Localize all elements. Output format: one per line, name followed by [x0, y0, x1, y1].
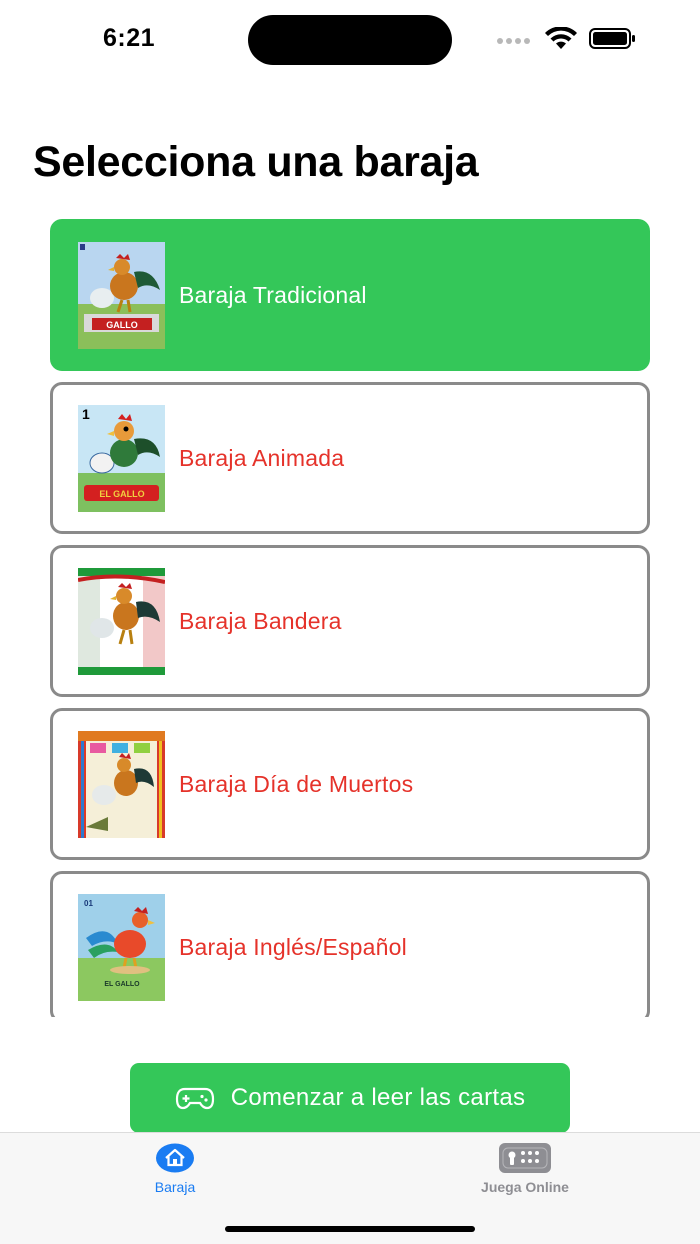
- deck-label: Baraja Bandera: [179, 607, 342, 634]
- gamepad-icon: [175, 1086, 215, 1110]
- deck-label: Baraja Día de Muertos: [179, 770, 414, 797]
- rooster-card-flag-icon: [78, 567, 165, 675]
- deck-list[interactable]: GALLO Baraja Tradicional 1 EL GALLO Bara: [50, 219, 650, 1017]
- svg-text:GALLO: GALLO: [106, 320, 138, 330]
- deck-label: Baraja Inglés/Español: [179, 933, 407, 960]
- battery-icon: [589, 28, 635, 49]
- deck-option-ingles-espanol[interactable]: 01 EL GALLO Baraja Inglés/Español: [50, 871, 650, 1017]
- deck-option-dia-de-muertos[interactable]: Baraja Día de Muertos: [50, 708, 650, 860]
- home-indicator[interactable]: [225, 1226, 475, 1232]
- start-reading-label: Comenzar a leer las cartas: [230, 1084, 526, 1111]
- deck-label: Baraja Animada: [179, 444, 345, 471]
- start-reading-button[interactable]: Comenzar a leer las cartas: [130, 1063, 570, 1133]
- tab-baraja-label: Baraja: [154, 1179, 196, 1195]
- svg-text:EL GALLO: EL GALLO: [104, 981, 140, 988]
- deck-option-bandera[interactable]: Baraja Bandera: [50, 545, 650, 697]
- page-title: Selecciona una baraja: [33, 138, 479, 186]
- deck-label: Baraja Tradicional: [179, 281, 367, 308]
- rooster-card-english-spanish-icon: 01 EL GALLO: [78, 893, 165, 1001]
- status-bar: 6:21: [0, 0, 700, 80]
- cellular-signal-icon: [497, 38, 530, 44]
- tab-baraja[interactable]: Baraja: [95, 1143, 255, 1195]
- tab-juega-online[interactable]: Juega Online: [445, 1143, 605, 1195]
- rooster-card-day-of-dead-icon: [78, 730, 165, 838]
- dynamic-island: [248, 15, 452, 65]
- svg-text:EL GALLO: EL GALLO: [99, 489, 144, 499]
- svg-text:1: 1: [82, 406, 90, 422]
- rooster-card-traditional-icon: GALLO: [78, 241, 165, 349]
- status-time: 6:21: [103, 24, 156, 52]
- gamepad-icon: [499, 1143, 551, 1173]
- wifi-icon: [545, 27, 577, 49]
- tab-juega-online-label: Juega Online: [481, 1179, 569, 1195]
- rooster-card-animated-icon: 1 EL GALLO: [78, 404, 165, 512]
- deck-option-animada[interactable]: 1 EL GALLO Baraja Animada: [50, 382, 650, 534]
- svg-text:01: 01: [84, 899, 93, 908]
- deck-option-tradicional[interactable]: GALLO Baraja Tradicional: [50, 219, 650, 371]
- house-icon: [156, 1143, 194, 1173]
